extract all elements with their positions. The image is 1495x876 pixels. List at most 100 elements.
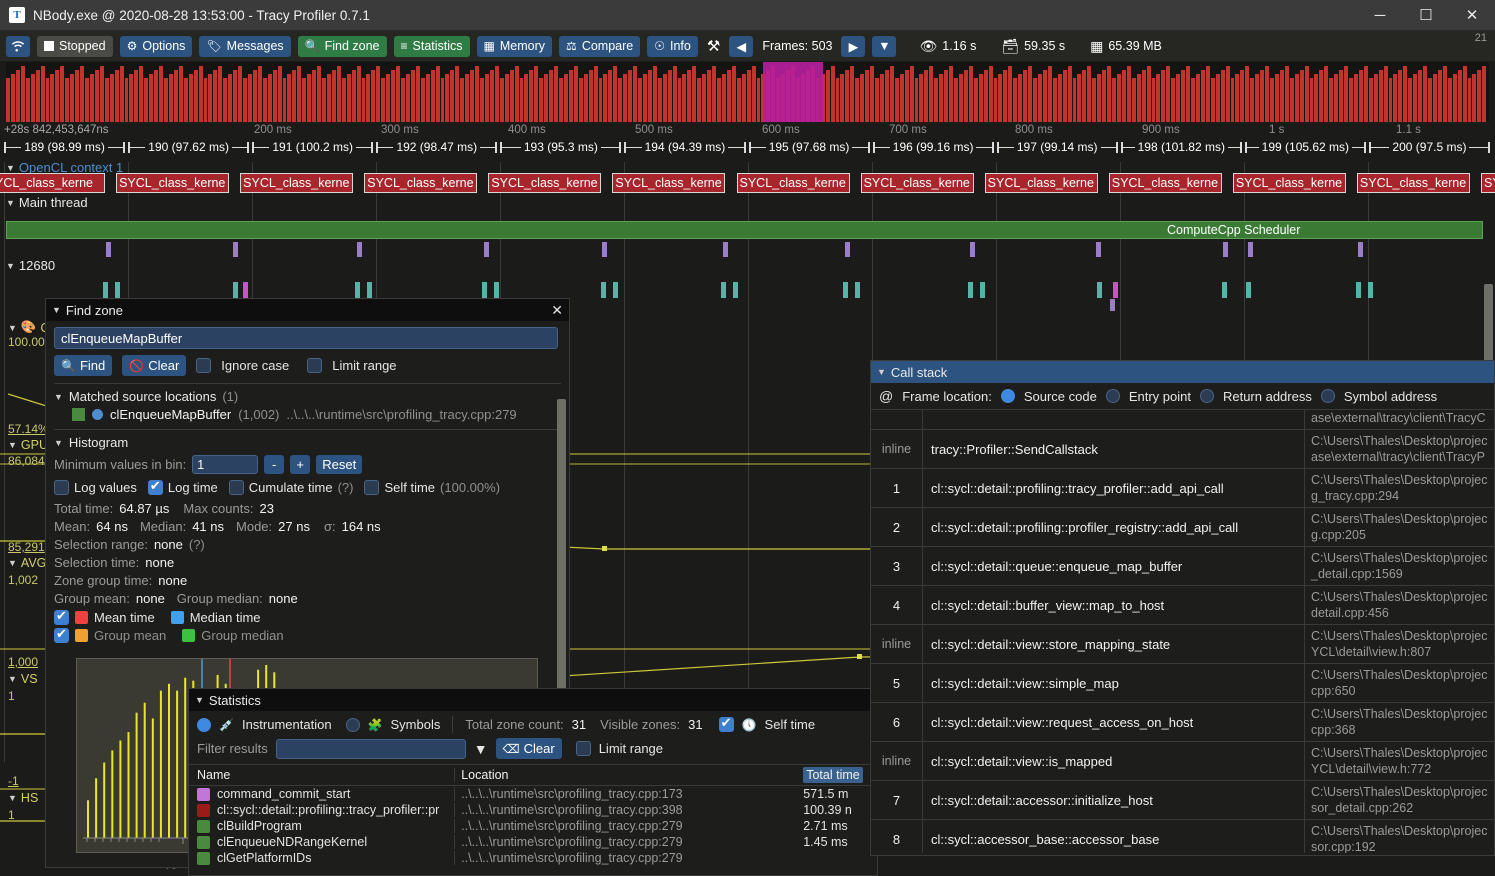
table-row[interactable]: command_commit_start..\..\..\runtime\src… bbox=[189, 786, 877, 802]
statistics-button[interactable]: ≡ Statistics bbox=[394, 36, 470, 57]
table-row[interactable]: clEnqueueNDRangeKernel..\..\..\runtime\s… bbox=[189, 834, 877, 850]
next-frame-button[interactable]: ▶ bbox=[841, 36, 865, 57]
table-row[interactable]: clGetPlatformIDs..\..\..\runtime\src\pro… bbox=[189, 850, 877, 866]
zone-tick[interactable] bbox=[1113, 282, 1118, 298]
min-values-input[interactable] bbox=[192, 455, 258, 474]
frame-segments[interactable]: 189 (98.99 ms)190 (97.62 ms)191 (100.2 m… bbox=[0, 138, 1495, 158]
find-button[interactable]: 🔍 Find bbox=[54, 355, 112, 376]
group-mean-checkbox[interactable] bbox=[54, 628, 69, 643]
plot-header-vs[interactable]: ▼ VS bbox=[8, 672, 38, 686]
column-header-total-time[interactable]: Total time bbox=[799, 768, 877, 782]
call-stack-row[interactable]: 1cl::sycl::detail::profiling::tracy_prof… bbox=[871, 469, 1494, 508]
zone-tick[interactable] bbox=[1246, 282, 1251, 298]
source-code-radio[interactable] bbox=[1001, 389, 1015, 403]
zone-tick[interactable] bbox=[1356, 282, 1361, 298]
find-zone-titlebar[interactable]: ▼ Find zone ✕ bbox=[46, 299, 569, 321]
zone-tick[interactable] bbox=[1223, 242, 1228, 257]
find-zone-button[interactable]: 🔍 Find zone bbox=[298, 36, 387, 57]
plot-header-avg[interactable]: ▼ AVG bbox=[8, 556, 46, 570]
zone-tick[interactable] bbox=[1248, 242, 1253, 257]
frame-segment[interactable]: 189 (98.99 ms) bbox=[4, 138, 125, 156]
matched-source-location-row[interactable]: clEnqueueMapBuffer (1,002) ..\..\..\runt… bbox=[72, 407, 561, 422]
histogram-header[interactable]: ▼ Histogram bbox=[54, 435, 561, 450]
frame-segment[interactable]: 193 (95.3 ms) bbox=[500, 138, 621, 156]
call-stack-window[interactable]: ▼ Call stack @ Frame location: Source co… bbox=[870, 360, 1495, 856]
frame-segment[interactable]: 197 (99.14 ms) bbox=[997, 138, 1118, 156]
min-values-decrement[interactable]: - bbox=[264, 455, 284, 474]
limit-range-checkbox[interactable] bbox=[307, 358, 322, 373]
zone-tick[interactable] bbox=[613, 282, 618, 298]
zone-tick[interactable] bbox=[494, 282, 499, 298]
self-time-checkbox[interactable] bbox=[364, 480, 379, 495]
caret-down-icon[interactable]: ▼ bbox=[877, 367, 886, 377]
selection-range-hint[interactable]: (?) bbox=[189, 537, 205, 552]
zone-tick[interactable] bbox=[601, 282, 606, 298]
plot-header-q[interactable]: ▼ 🎨 Q bbox=[8, 320, 50, 335]
zone-sycl-class-kernel[interactable]: SYCL_class_kerne bbox=[612, 173, 725, 193]
matched-locations-header[interactable]: ▼ Matched source locations (1) bbox=[54, 389, 561, 404]
statistics-window[interactable]: ▼ Statistics 💉 Instrumentation 🧩 Symbols… bbox=[188, 688, 878, 876]
call-stack-row[interactable]: 6cl::sycl::detail::view::request_access_… bbox=[871, 703, 1494, 742]
zone-tick[interactable] bbox=[721, 282, 726, 298]
zone-tick[interactable] bbox=[1222, 282, 1227, 298]
zone-sycl-class-kernel[interactable]: SYCL_class_kerne bbox=[116, 173, 229, 193]
limit-range-checkbox[interactable] bbox=[576, 741, 591, 756]
min-values-increment[interactable]: + bbox=[290, 455, 310, 474]
zone-tick[interactable] bbox=[1368, 282, 1373, 298]
tools-button[interactable]: ⚒ bbox=[705, 36, 722, 57]
zone-tick[interactable] bbox=[968, 282, 973, 298]
frame-segment[interactable]: 194 (94.39 ms) bbox=[624, 138, 745, 156]
reset-button[interactable]: Reset bbox=[316, 455, 362, 474]
zone-tick[interactable] bbox=[1096, 242, 1101, 257]
frame-segment[interactable]: 199 (105.62 ms) bbox=[1245, 138, 1366, 156]
zone-tick[interactable] bbox=[482, 282, 487, 298]
zone-tick[interactable] bbox=[233, 282, 238, 298]
zone-sycl-class-kernel[interactable]: SYCL_class_kerne bbox=[985, 173, 1098, 193]
zone-tick[interactable] bbox=[1110, 299, 1115, 311]
plot-header-hs[interactable]: ▼ HS bbox=[8, 791, 38, 805]
zone-tick[interactable] bbox=[367, 282, 372, 298]
call-stack-row[interactable]: 2cl::sycl::detail::profiling::profiler_r… bbox=[871, 508, 1494, 547]
close-icon[interactable]: ✕ bbox=[551, 303, 563, 317]
zone-tick[interactable] bbox=[855, 282, 860, 298]
zone-tick[interactable] bbox=[602, 242, 607, 257]
call-stack-row[interactable]: 7cl::sycl::detail::accessor::initialize_… bbox=[871, 781, 1494, 820]
zone-tick[interactable] bbox=[970, 242, 975, 257]
info-button[interactable]: ☉ Info bbox=[647, 36, 698, 57]
frame-segment[interactable]: 192 (98.47 ms) bbox=[376, 138, 497, 156]
log-values-checkbox[interactable] bbox=[54, 480, 69, 495]
zone-sycl-class-kernel[interactable]: SYCL_class_kerne bbox=[1357, 173, 1470, 193]
zone-tick[interactable] bbox=[355, 282, 360, 298]
cumulate-time-checkbox[interactable] bbox=[229, 480, 244, 495]
caret-down-icon[interactable]: ▼ bbox=[195, 695, 204, 705]
connection-icon[interactable] bbox=[6, 36, 30, 57]
zone-tick[interactable] bbox=[1358, 242, 1363, 257]
zone-computecpp-scheduler[interactable]: ComputeCpp Scheduler bbox=[6, 221, 1483, 239]
instrumentation-radio[interactable] bbox=[197, 718, 211, 732]
call-stack-row[interactable]: 8cl::sycl::accessor_base::accessor_baseC… bbox=[871, 820, 1494, 853]
zone-tick[interactable] bbox=[115, 282, 120, 298]
options-button[interactable]: ⚙ Options bbox=[120, 36, 193, 57]
frame-segment[interactable]: 200 (97.5 ms) bbox=[1369, 138, 1490, 156]
zone-sycl-class-kernel[interactable]: SYCL_class_kerne bbox=[488, 173, 601, 193]
call-stack-row[interactable]: inlinetracy::Profiler::SendCallstackC:\U… bbox=[871, 430, 1494, 469]
timeline-scrollbar[interactable] bbox=[1484, 284, 1493, 372]
zone-tick[interactable] bbox=[980, 282, 985, 298]
messages-button[interactable]: 🏷 Messages bbox=[199, 36, 290, 57]
zone-tick[interactable] bbox=[723, 242, 728, 257]
track-header-main-thread[interactable]: ▼ Main thread bbox=[6, 195, 88, 210]
clear-button[interactable]: 🚫 Clear bbox=[122, 355, 186, 376]
log-time-checkbox[interactable] bbox=[148, 480, 163, 495]
zone-sycl-class-kernel[interactable]: SYCL_class_kerne bbox=[737, 173, 850, 193]
zone-tick[interactable] bbox=[357, 242, 362, 257]
minimap-selection[interactable] bbox=[763, 62, 823, 122]
prev-frame-button[interactable]: ◀ bbox=[729, 36, 753, 57]
symbols-radio[interactable] bbox=[346, 718, 360, 732]
symbol-address-radio[interactable] bbox=[1321, 389, 1335, 403]
frame-segment[interactable]: 190 (97.62 ms) bbox=[128, 138, 249, 156]
mean-time-checkbox[interactable] bbox=[54, 610, 69, 625]
call-stack-row[interactable]: inlinecl::sycl::detail::view::is_mappedC… bbox=[871, 742, 1494, 781]
frame-segment[interactable]: 198 (101.82 ms) bbox=[1121, 138, 1242, 156]
call-stack-row[interactable]: 5cl::sycl::detail::view::simple_mapC:\Us… bbox=[871, 664, 1494, 703]
table-row[interactable]: clBuildProgram..\..\..\runtime\src\profi… bbox=[189, 818, 877, 834]
